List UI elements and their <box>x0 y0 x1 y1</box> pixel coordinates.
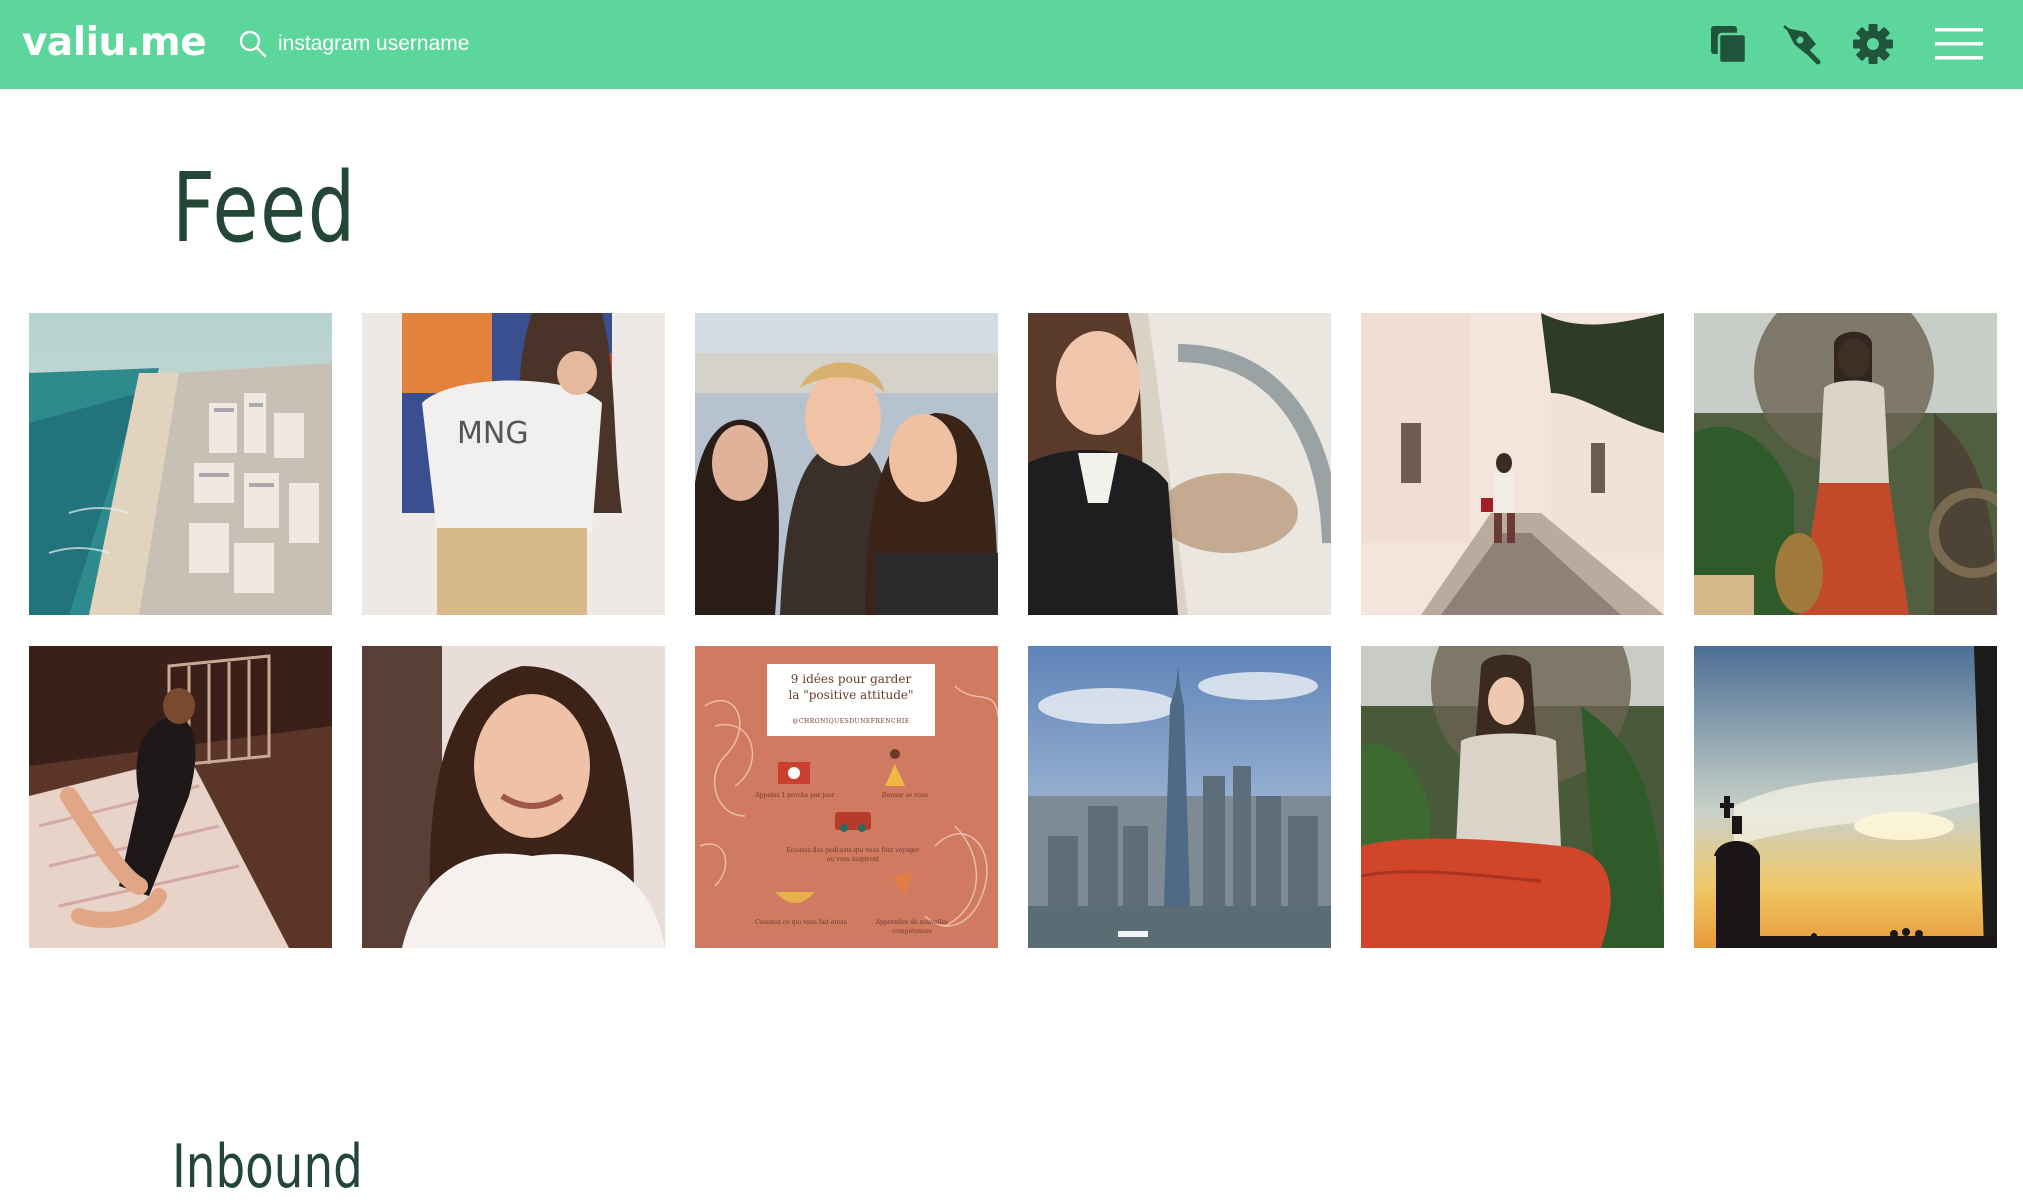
poster-item-3: Écoutez des podcasts qui vous font voyag… <box>786 847 920 863</box>
poster-title-line1: 9 idées pour garder <box>790 672 912 686</box>
poster-title-line2: la "positive attitude" <box>788 688 914 702</box>
edit-pen-icon[interactable] <box>1780 22 1824 66</box>
settings-gear-icon[interactable] <box>1851 22 1895 66</box>
poster-item-4: Cuisinez ce qui vous fait envie <box>754 919 848 926</box>
section-heading-inbound: Inbound <box>172 1132 363 1202</box>
top-navbar: valiu.me <box>0 0 2023 89</box>
feed-post-10[interactable] <box>1028 646 1331 948</box>
copy-icon[interactable] <box>1707 22 1751 66</box>
feed-post-11[interactable] <box>1361 646 1664 948</box>
feed-post-6[interactable] <box>1694 313 1997 615</box>
feed-post-8[interactable] <box>362 646 665 948</box>
feed-grid: MNG 9 idées pour garder la "positive att… <box>29 313 1997 948</box>
menu-icon[interactable] <box>1934 22 1984 66</box>
poster-item-2: Danser se vous <box>881 792 929 799</box>
poster-handle: @CHRONIQUESDUNEFRENCHIE <box>792 718 910 725</box>
search-icon <box>239 30 267 58</box>
svg-text:MNG: MNG <box>457 416 529 451</box>
feed-post-3[interactable] <box>695 313 998 615</box>
feed-post-4[interactable] <box>1028 313 1331 615</box>
page-title: Feed <box>172 152 357 264</box>
instagram-username-input[interactable] <box>278 32 558 56</box>
feed-post-7[interactable] <box>29 646 332 948</box>
poster-item-5: Apprendre de nouvelles compétences <box>875 919 949 935</box>
feed-post-1[interactable] <box>29 313 332 615</box>
poster-item-1: Appelez 1 proche par jour <box>755 792 835 799</box>
search-bar[interactable] <box>238 27 578 61</box>
feed-post-12[interactable] <box>1694 646 1997 948</box>
brand-logo[interactable]: valiu.me <box>22 18 207 68</box>
feed-post-2[interactable]: MNG <box>362 313 665 615</box>
feed-post-5[interactable] <box>1361 313 1664 615</box>
feed-post-9-poster[interactable]: 9 idées pour garder la "positive attitud… <box>695 646 998 948</box>
